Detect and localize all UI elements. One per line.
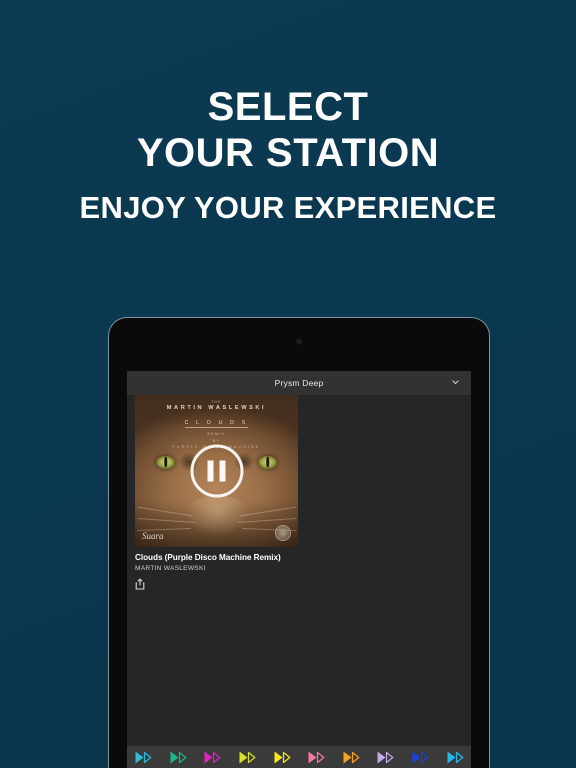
station-item[interactable]: RADIO 1 — [127, 750, 162, 768]
play-logo-icon — [238, 750, 258, 765]
now-playing-info: Clouds (Purple Disco Machine Remix) MART… — [135, 553, 463, 590]
cover-by-label: BY — [212, 439, 221, 443]
camera-dot-icon — [296, 339, 302, 344]
play-logo-icon — [411, 750, 431, 765]
record-label-name: Suara — [142, 531, 164, 541]
station-item[interactable]: DANCE REVIVAL — [196, 750, 231, 768]
station-item[interactable]: TRANCE — [265, 750, 300, 768]
chevron-down-icon[interactable] — [451, 378, 460, 387]
play-logo-icon — [446, 750, 466, 765]
promo-headline: SELECT YOUR STATION ENJOY YOUR EXPERIENC… — [0, 84, 576, 228]
station-item[interactable]: DEEP — [162, 750, 197, 768]
play-logo-icon — [203, 750, 223, 765]
play-logo-icon — [342, 750, 362, 765]
pause-icon[interactable] — [190, 444, 243, 498]
share-icon[interactable] — [135, 578, 145, 590]
cover-line-0: THE — [211, 400, 222, 404]
headline-line-1: SELECT — [207, 85, 369, 129]
tablet-device-mockup: Prysm Deep THE MARTIN WASLEWSKI C L O U … — [108, 317, 490, 768]
play-logo-icon — [376, 750, 396, 765]
station-carousel[interactable]: RADIO 1DEEPDANCE REVIVALSTUDIO 54TRANCEE… — [127, 746, 471, 768]
play-logo-icon — [134, 750, 154, 765]
station-item[interactable]: EDM BIG ROOM — [300, 750, 335, 768]
station-item[interactable]: POOLSIDE — [438, 750, 471, 768]
pause-bar-right — [219, 460, 226, 482]
play-logo-icon — [307, 750, 327, 765]
play-logo-icon — [169, 750, 189, 765]
headline-line-3: ENJOY YOUR EXPERIENCE — [79, 190, 497, 225]
cover-typography: THE MARTIN WASLEWSKI C L O U D S REMIX B… — [135, 400, 298, 449]
cover-remix-label: REMIX — [207, 432, 226, 436]
cover-album-name: C L O U D S — [184, 420, 249, 428]
app-topbar: Prysm Deep — [127, 371, 471, 395]
station-title: Prysm Deep — [274, 378, 324, 388]
track-artist: MARTIN WASLEWSKI — [135, 565, 206, 572]
track-title: Clouds (Purple Disco Machine Remix) — [135, 553, 281, 562]
player-content: THE MARTIN WASLEWSKI C L O U D S REMIX B… — [127, 395, 471, 746]
station-item[interactable]: STUDIO 54 — [231, 750, 266, 768]
play-logo-icon — [273, 750, 293, 765]
station-item[interactable]: ESSENTIALS — [335, 750, 370, 768]
app-screen: Prysm Deep THE MARTIN WASLEWSKI C L O U … — [127, 371, 471, 768]
record-seal-icon — [275, 525, 291, 541]
headline-line-2: YOUR STATION — [136, 131, 440, 175]
album-artwork[interactable]: THE MARTIN WASLEWSKI C L O U D S REMIX B… — [135, 395, 298, 547]
station-item[interactable]: NU DISCO — [369, 750, 404, 768]
station-item[interactable]: HOUSE — [404, 750, 439, 768]
pause-bar-left — [207, 460, 214, 482]
